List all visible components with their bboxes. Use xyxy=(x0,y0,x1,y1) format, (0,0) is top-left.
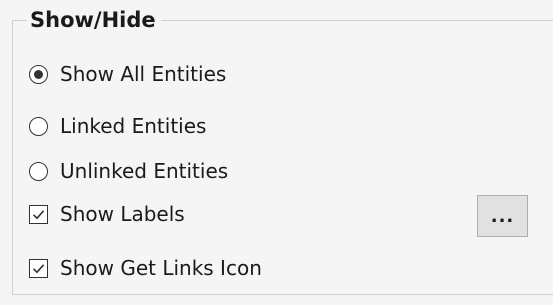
more-options-button[interactable]: ... xyxy=(477,195,528,237)
groupbox-title: Show/Hide xyxy=(27,6,161,34)
radio-show-all-entities[interactable]: Show All Entities xyxy=(29,58,226,90)
checkbox-show-labels-label: Show Labels xyxy=(60,202,185,226)
checkbox-show-get-links-icon[interactable]: Show Get Links Icon xyxy=(29,252,262,284)
radio-selected-icon[interactable] xyxy=(29,64,48,84)
checkbox-checked-icon[interactable] xyxy=(29,204,48,224)
checkbox-checked-icon[interactable] xyxy=(29,258,48,278)
checkbox-show-get-links-icon-label: Show Get Links Icon xyxy=(60,256,262,280)
radio-show-all-entities-label: Show All Entities xyxy=(60,62,227,86)
show-hide-panel: Show/Hide Show All Entities Linked Entit… xyxy=(0,0,553,305)
radio-unselected-icon[interactable] xyxy=(29,116,48,136)
radio-unselected-icon[interactable] xyxy=(29,161,48,181)
radio-unlinked-entities-label: Unlinked Entities xyxy=(60,159,229,183)
radio-unlinked-entities[interactable]: Unlinked Entities xyxy=(29,155,228,187)
radio-linked-entities[interactable]: Linked Entities xyxy=(29,110,206,142)
checkbox-show-labels[interactable]: Show Labels xyxy=(29,198,185,230)
radio-linked-entities-label: Linked Entities xyxy=(60,114,207,138)
